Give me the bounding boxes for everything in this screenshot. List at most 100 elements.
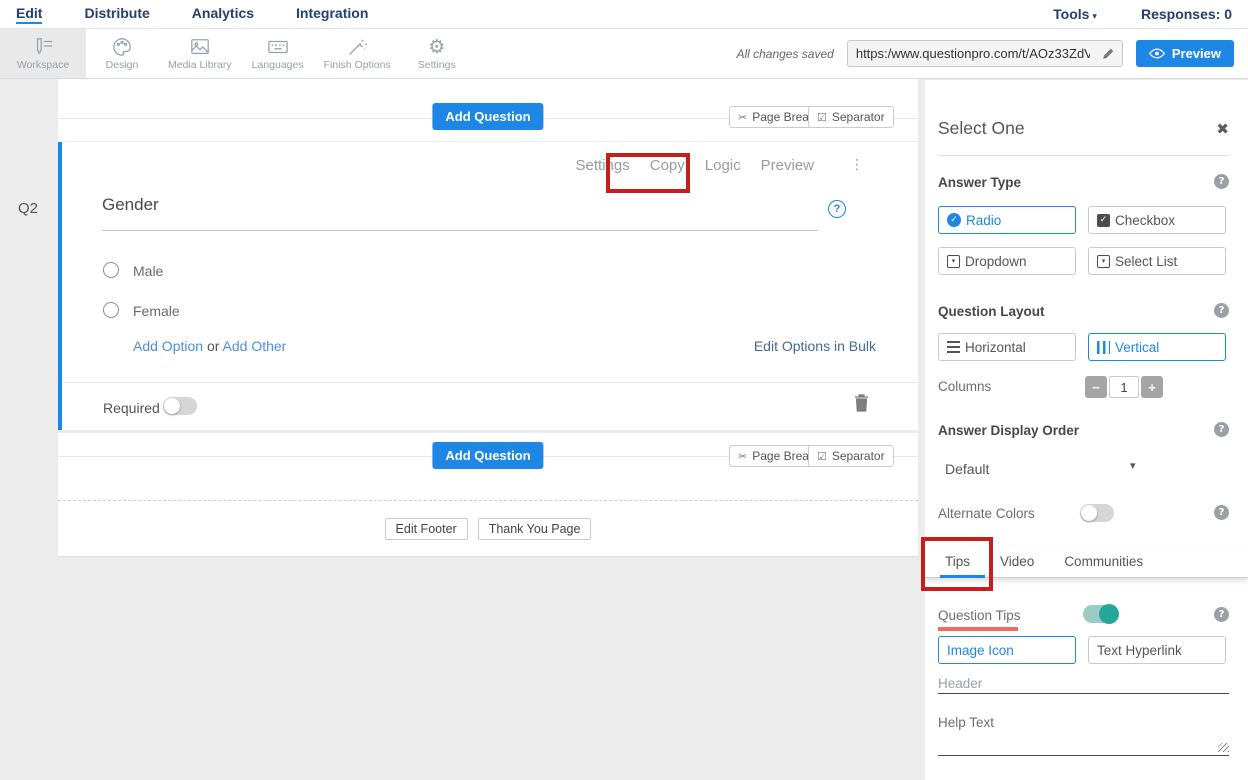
question-help-icon[interactable]: ? (828, 200, 846, 218)
checkbox-icon: ☑ (817, 450, 827, 463)
more-options-icon[interactable]: ⋮ (850, 157, 864, 174)
separator-button[interactable]: ☑ Separator (808, 106, 894, 128)
palette-icon (111, 37, 133, 57)
toolbar-media-library[interactable]: Media Library (158, 29, 242, 78)
toolbar-languages[interactable]: Languages (242, 29, 314, 78)
add-other-link[interactable]: Add Other (223, 338, 287, 354)
survey-url-input[interactable] (848, 46, 1094, 61)
question-copy-link[interactable]: Copy (650, 157, 685, 174)
help-text-label: Help Text (938, 715, 994, 730)
horizontal-lines-icon (947, 341, 960, 353)
nav-integration[interactable]: Integration (296, 5, 368, 24)
wand-icon (346, 37, 368, 57)
responses-count[interactable]: Responses: 0 (1141, 6, 1232, 22)
radio-check-icon: ✓ (947, 213, 961, 227)
answer-type-radio[interactable]: ✓ Radio (938, 206, 1076, 234)
question-tips-label: Question Tips (938, 608, 1021, 623)
panel-tabs: Tips Video Communities (925, 545, 1248, 578)
help-icon[interactable]: ? (1214, 607, 1229, 622)
keyboard-icon (267, 37, 289, 57)
gear-icon: ⚙ (428, 37, 445, 57)
toolbar-settings[interactable]: ⚙ Settings (401, 29, 473, 78)
delete-question-button[interactable] (854, 394, 869, 417)
dropdown-icon: ▾ (1097, 255, 1110, 268)
question-card: Settings Copy Logic Preview ⋮ Gender ? M… (58, 142, 918, 430)
question-logic-link[interactable]: Logic (705, 157, 741, 174)
panel-title: Select One (938, 118, 1025, 139)
columns-value[interactable]: 1 (1109, 376, 1139, 398)
columns-increase-button[interactable]: + (1141, 376, 1163, 398)
edit-footer-button[interactable]: Edit Footer (385, 518, 468, 540)
question-number: Q2 (18, 200, 38, 217)
alternate-colors-toggle[interactable] (1080, 504, 1114, 522)
edit-options-bulk-link[interactable]: Edit Options in Bulk (754, 338, 876, 354)
image-icon (189, 37, 211, 57)
help-icon[interactable]: ? (1214, 174, 1229, 189)
edit-url-button[interactable] (1094, 47, 1122, 61)
question-title[interactable]: Gender (102, 195, 159, 215)
question-settings-panel: Select One ✖ Answer Type ? ✓ Radio ✓ Che… (925, 80, 1248, 780)
columns-decrease-button[interactable]: − (1085, 376, 1107, 398)
checkbox-check-icon: ✓ (1097, 214, 1110, 227)
add-question-section-top: Add Question ✂ Page Break ☑ Separator (58, 79, 918, 141)
display-order-select[interactable]: Default (945, 461, 989, 477)
nav-edit[interactable]: Edit (16, 5, 42, 24)
resize-handle[interactable] (1218, 743, 1229, 752)
required-toggle[interactable] (163, 397, 197, 415)
add-question-button[interactable]: Add Question (432, 442, 543, 469)
toolbar-finish-options[interactable]: Finish Options (314, 29, 401, 78)
eye-icon (1149, 48, 1165, 59)
toolbar-design[interactable]: Design (86, 29, 158, 78)
toolbar: Workspace Design Media Library Languages… (0, 29, 1248, 79)
answer-type-dropdown[interactable]: ▾ Dropdown (938, 247, 1076, 275)
answer-display-order-label: Answer Display Order (938, 423, 1079, 438)
radio-option[interactable] (103, 262, 119, 278)
tab-communities[interactable]: Communities (1064, 554, 1143, 569)
add-question-button[interactable]: Add Question (432, 103, 543, 130)
thank-you-page-button[interactable]: Thank You Page (478, 518, 592, 540)
question-tips-toggle[interactable] (1083, 605, 1117, 623)
pencil-icon (1101, 47, 1115, 61)
option-label[interactable]: Male (133, 263, 163, 279)
or-text: or (207, 338, 219, 354)
close-icon[interactable]: ✖ (1216, 120, 1229, 138)
chevron-down-icon[interactable]: ▾ (1130, 459, 1136, 472)
scissors-icon: ✂ (738, 111, 747, 124)
question-preview-link[interactable]: Preview (761, 157, 814, 174)
tips-image-icon-button[interactable]: Image Icon (938, 636, 1076, 664)
layout-horizontal[interactable]: Horizontal (938, 333, 1076, 361)
help-icon[interactable]: ? (1214, 505, 1229, 520)
tips-text-hyperlink-button[interactable]: Text Hyperlink (1088, 636, 1226, 664)
columns-label: Columns (938, 379, 991, 394)
help-icon[interactable]: ? (1214, 422, 1229, 437)
help-icon[interactable]: ? (1214, 303, 1229, 318)
dropdown-icon: ▾ (947, 255, 960, 268)
save-status: All changes saved (736, 47, 833, 61)
tab-video[interactable]: Video (1000, 554, 1034, 569)
help-text-textarea[interactable] (938, 730, 1229, 756)
separator-button[interactable]: ☑ Separator (808, 445, 894, 467)
nav-analytics[interactable]: Analytics (192, 5, 254, 24)
answer-type-label: Answer Type (938, 175, 1021, 190)
tips-header-input[interactable] (938, 674, 1229, 694)
option-label[interactable]: Female (133, 303, 180, 319)
divider (62, 382, 918, 383)
survey-url-box (847, 40, 1123, 67)
trash-icon (854, 394, 869, 412)
tab-tips[interactable]: Tips (945, 554, 970, 569)
toolbar-workspace[interactable]: Workspace (0, 29, 86, 78)
answer-type-select-list[interactable]: ▾ Select List (1088, 247, 1226, 275)
radio-option[interactable] (103, 302, 119, 318)
question-layout-label: Question Layout (938, 304, 1045, 319)
workspace-icon (32, 37, 54, 57)
layout-vertical[interactable]: Vertical (1088, 333, 1226, 361)
chevron-down-icon: ▾ (1092, 12, 1097, 22)
divider (938, 155, 1229, 156)
answer-type-checkbox[interactable]: ✓ Checkbox (1088, 206, 1226, 234)
question-settings-link[interactable]: Settings (576, 157, 630, 174)
add-option-link[interactable]: Add Option (133, 338, 203, 354)
nav-distribute[interactable]: Distribute (84, 5, 149, 24)
preview-button[interactable]: Preview (1136, 40, 1234, 67)
required-label: Required (103, 400, 160, 416)
tools-menu[interactable]: Tools▾ (1053, 6, 1097, 22)
